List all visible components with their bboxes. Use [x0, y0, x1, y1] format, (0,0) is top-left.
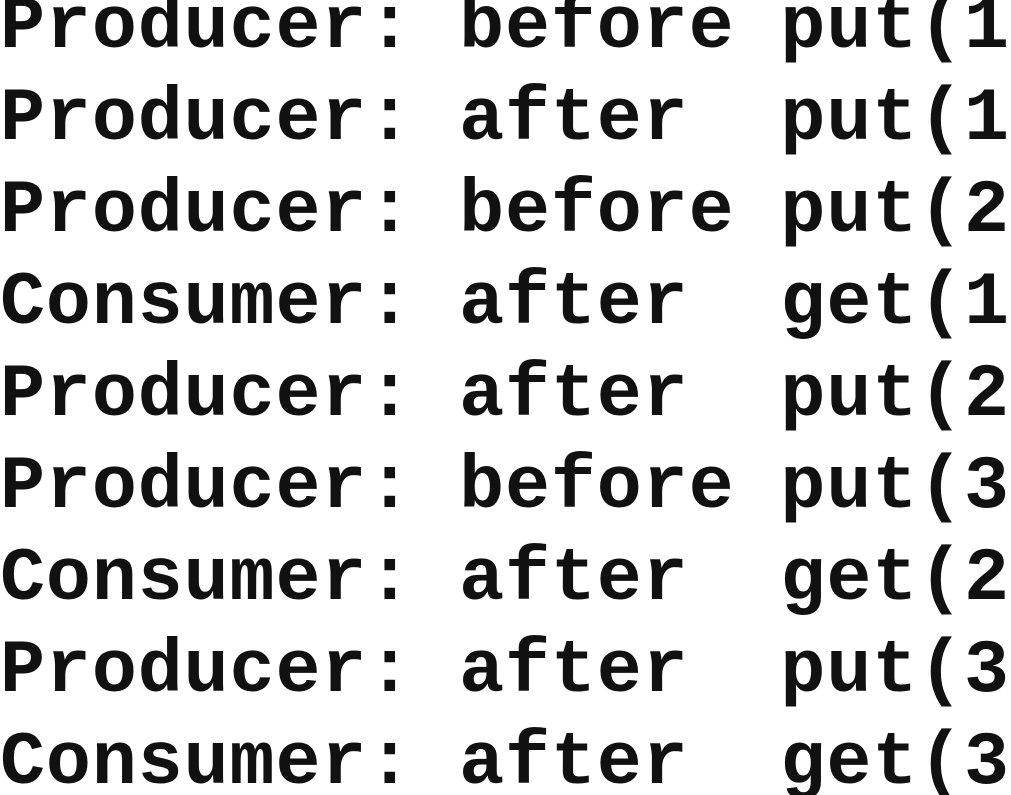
log-line: Producer: after put(2) — [0, 353, 1011, 438]
console-output: Producer: before put(1) Producer: after … — [0, 0, 1011, 795]
log-line: Producer: after put(1) — [0, 77, 1011, 162]
log-line: Producer: before put(2) — [0, 169, 1011, 254]
log-line: Consumer: after get(3) — [0, 721, 1011, 795]
log-line: Consumer: after get(1) — [0, 261, 1011, 346]
log-line: Consumer: after get(2) — [0, 537, 1011, 622]
log-line: Producer: before put(3) — [0, 445, 1011, 530]
log-line: Producer: after put(3) — [0, 629, 1011, 714]
log-line: Producer: before put(1) — [0, 0, 1011, 70]
